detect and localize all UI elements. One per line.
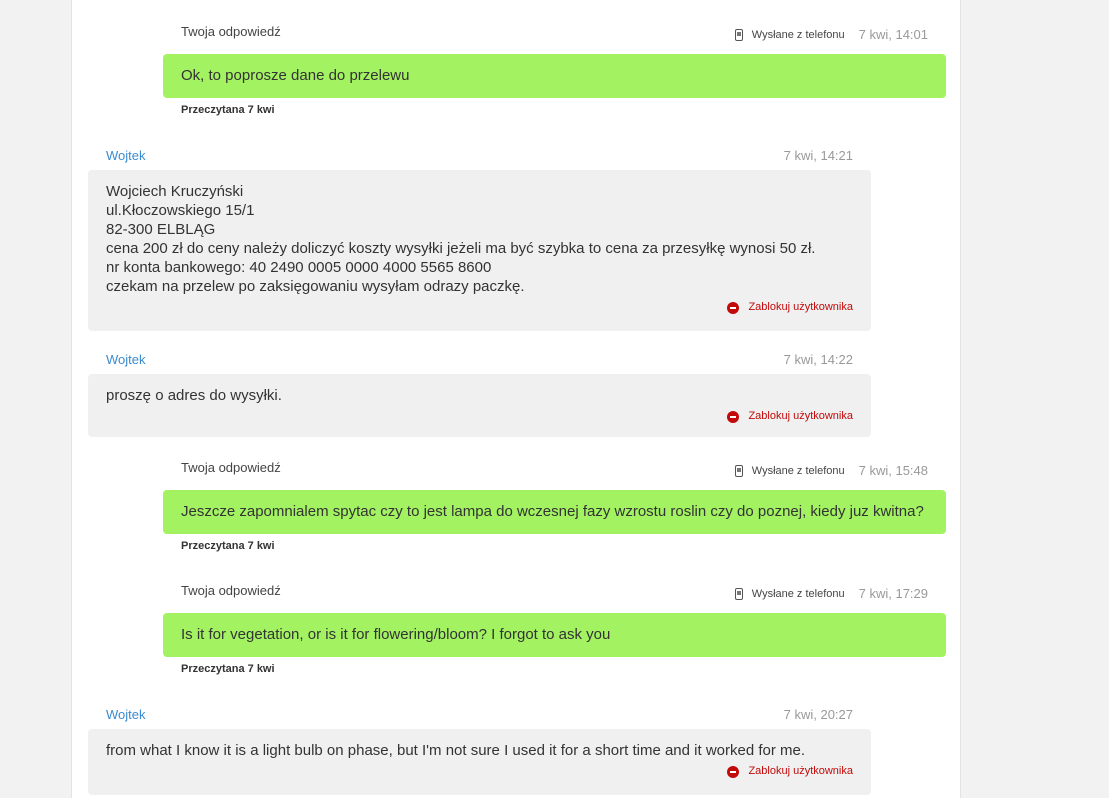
read-status: Przeczytana 7 kwi [181,540,275,552]
message-author: Twoja odpowiedź [181,583,281,598]
message-line: from what I know it is a light bulb on p… [106,742,806,759]
message-line: proszę o adres do wysyłki. [106,387,282,404]
message-line: nr konta bankowego: 40 2490 0005 0000 40… [106,259,492,276]
message-time: 7 kwi, 14:21 [783,148,853,163]
block-user-button[interactable]: Zablokuj użytkownika [106,762,853,781]
message-time: 7 kwi, 14:22 [783,352,853,367]
block-user-icon [727,301,740,314]
read-status: Przeczytana 7 kwi [181,104,275,116]
sender-name-link[interactable]: Wojtek [106,352,146,367]
message-bubble: Ok, to poprosze dane do przelewu [163,54,946,98]
message-author: Twoja odpowiedź [181,24,281,39]
block-user-icon [727,765,740,778]
block-user-label: Zablokuj użytkownika [748,301,853,313]
message-line: Wojciech Kruczyński [106,183,244,200]
message-line: 82-300 ELBLĄG [106,221,216,238]
outgoing-message: Twoja odpowiedź Wysłane z telefonu 7 kwi… [163,22,946,116]
message-author: Twoja odpowiedź [181,460,281,475]
message-bubble: Is it for vegetation, or is it for flowe… [163,613,946,657]
sender-name-link[interactable]: Wojtek [106,707,146,722]
message-line: czekam na przelew po zaksięgowaniu wysył… [106,278,525,295]
message-time: 7 kwi, 15:48 [858,463,928,478]
message-time: 7 kwi, 14:01 [858,27,928,42]
phone-icon [734,464,743,477]
sent-from-phone-label: Wysłane z telefonu [751,587,845,600]
message-time: 7 kwi, 20:27 [783,707,853,722]
conversation-panel: Twoja odpowiedź Wysłane z telefonu 7 kwi… [71,0,961,798]
outgoing-message: Twoja odpowiedź Wysłane z telefonu 7 kwi… [163,458,946,552]
incoming-message: Wojtek 7 kwi, 14:21 Wojciech Kruczyński … [88,146,871,331]
message-line: cena 200 zł do ceny należy doliczyć kosz… [106,240,816,257]
message-bubble: Jeszcze zapomnialem spytac czy to jest l… [163,490,946,534]
sent-from-phone-label: Wysłane z telefonu [751,464,845,477]
read-status: Przeczytana 7 kwi [181,663,275,675]
message-time: 7 kwi, 17:29 [858,586,928,601]
sender-name-link[interactable]: Wojtek [106,148,146,163]
message-line: ul.Kłoczowskiego 15/1 [106,202,255,219]
phone-icon [734,28,743,41]
block-user-label: Zablokuj użytkownika [748,765,853,777]
sent-from-phone-label: Wysłane z telefonu [751,28,845,41]
message-bubble: from what I know it is a light bulb on p… [88,729,871,795]
block-user-icon [727,410,740,423]
message-bubble: proszę o adres do wysyłki. Zablokuj użyt… [88,374,871,437]
phone-icon [734,587,743,600]
block-user-button[interactable]: Zablokuj użytkownika [106,407,853,426]
block-user-label: Zablokuj użytkownika [748,410,853,422]
message-bubble: Wojciech Kruczyński ul.Kłoczowskiego 15/… [88,170,871,331]
incoming-message: Wojtek 7 kwi, 20:27 from what I know it … [88,705,871,795]
block-user-button[interactable]: Zablokuj użytkownika [106,298,853,317]
outgoing-message: Twoja odpowiedź Wysłane z telefonu 7 kwi… [163,581,946,675]
incoming-message: Wojtek 7 kwi, 14:22 proszę o adres do wy… [88,350,871,437]
